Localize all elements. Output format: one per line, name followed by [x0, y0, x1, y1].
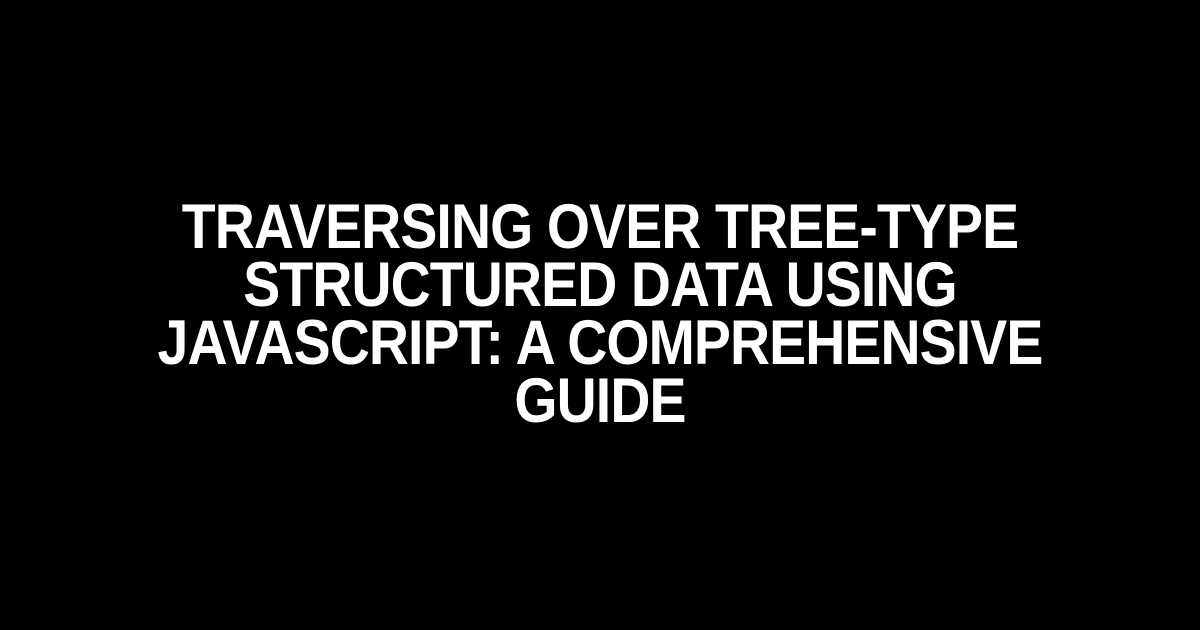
title-container: Traversing Over Tree-Type Structured Dat…: [0, 199, 1200, 431]
page-title: Traversing Over Tree-Type Structured Dat…: [107, 199, 1093, 431]
